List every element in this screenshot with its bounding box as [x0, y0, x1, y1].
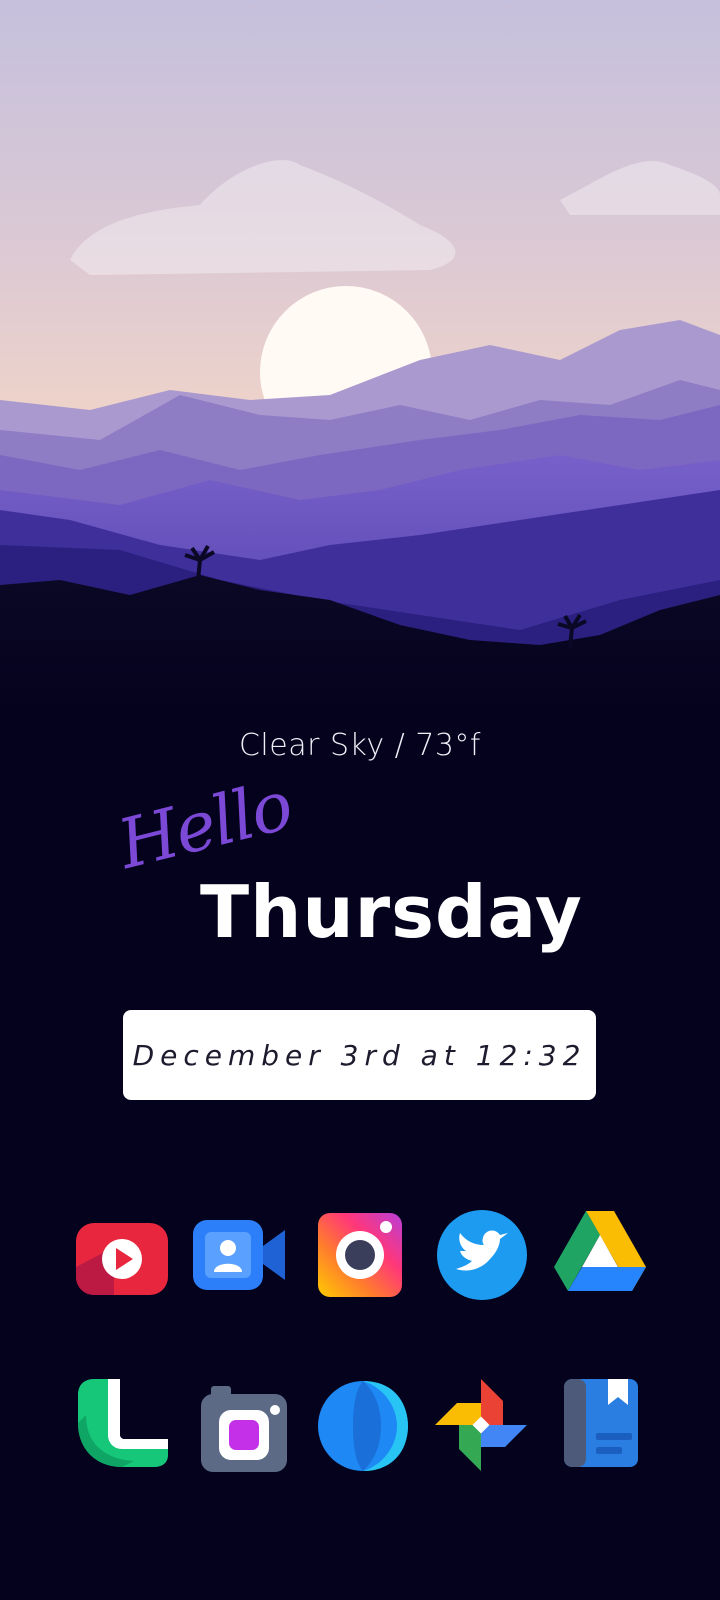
- date-time-card[interactable]: December 3rd at 12:32: [123, 1010, 596, 1100]
- video-call-icon: [193, 1220, 285, 1290]
- day-text: Thursday: [200, 870, 583, 954]
- weather-text[interactable]: Clear Sky / 73°f: [0, 728, 720, 763]
- app-video-call[interactable]: [191, 1206, 287, 1302]
- video-player-icon: [76, 1223, 168, 1295]
- pinwheel-photos-icon: [435, 1379, 527, 1471]
- drive-triangle-icon: [554, 1211, 646, 1291]
- app-drive[interactable]: [552, 1205, 648, 1301]
- app-phone[interactable]: [74, 1375, 170, 1471]
- camera-icon: [201, 1386, 287, 1472]
- browser-globe-icon: [318, 1381, 408, 1471]
- wallpaper-mountain-sunset: [0, 0, 720, 720]
- app-camera[interactable]: [197, 1380, 293, 1476]
- twitter-bird-icon: [437, 1210, 527, 1300]
- notebook-icon: [564, 1379, 638, 1467]
- app-browser[interactable]: [315, 1378, 411, 1474]
- app-twitter[interactable]: [434, 1207, 530, 1303]
- greeting-text: Hello: [110, 766, 299, 885]
- app-camera-gallery[interactable]: [312, 1205, 408, 1301]
- date-time-text: December 3rd at 12:32: [132, 1038, 587, 1072]
- app-video-player[interactable]: [74, 1207, 170, 1303]
- phone-icon: [78, 1379, 168, 1467]
- camera-gallery-icon: [318, 1213, 402, 1297]
- app-photos[interactable]: [433, 1377, 529, 1473]
- app-notebook[interactable]: [552, 1375, 648, 1471]
